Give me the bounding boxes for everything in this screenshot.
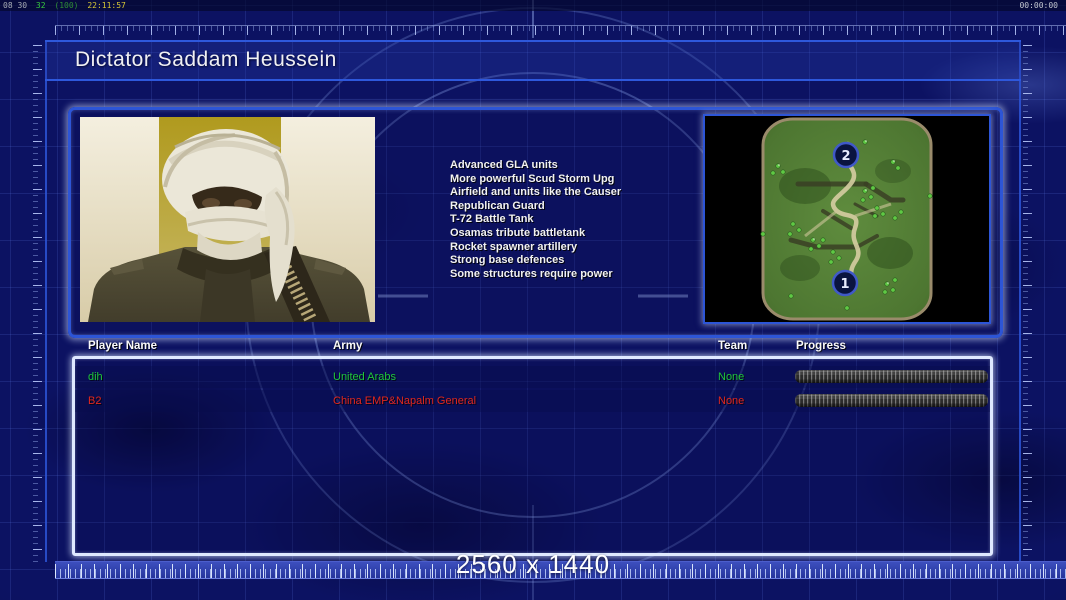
right-ruler-ticks xyxy=(1023,45,1032,562)
debug-segment: 08 30 xyxy=(3,1,27,10)
player-name: dih xyxy=(88,366,103,388)
briefing-panel: Advanced GLA units More powerful Scud St… xyxy=(68,107,1003,338)
page-title: Dictator Saddam Heussein xyxy=(75,48,337,72)
feature-item: Osamas tribute battletank xyxy=(450,227,621,241)
player-army: China EMP&Napalm General xyxy=(333,390,476,412)
debug-segment: 32 xyxy=(36,1,46,10)
left-ruler-ticks xyxy=(33,45,42,562)
player-row: B2 China EMP&Napalm General None xyxy=(75,390,990,412)
player-army: United Arabs xyxy=(333,366,396,388)
map-preview-panel: 2 1 xyxy=(703,114,991,324)
player-team: None xyxy=(718,390,744,412)
column-header-army: Army xyxy=(333,340,362,352)
progress-bar xyxy=(795,370,988,383)
start-position-1-label: 1 xyxy=(840,277,849,292)
frame-left-line xyxy=(45,40,47,562)
feature-item: More powerful Scud Storm Upg xyxy=(450,173,621,187)
loading-screen: Dictator Saddam Heussein xyxy=(0,0,1066,600)
general-portrait xyxy=(80,117,375,322)
column-header-progress: Progress xyxy=(796,340,846,352)
frame-right-line xyxy=(1019,40,1021,562)
column-header-team: Team xyxy=(718,340,747,352)
start-position-2-label: 2 xyxy=(841,149,850,164)
feature-item: Rocket spawner artillery xyxy=(450,241,621,255)
player-team: None xyxy=(718,366,744,388)
player-list-panel: dih United Arabs None B2 China EMP&Napal… xyxy=(72,356,993,556)
feature-item: T-72 Battle Tank xyxy=(450,213,621,227)
top-ruler-ticks xyxy=(55,25,1066,35)
debug-segment: (100) xyxy=(54,1,78,10)
feature-item: Strong base defences xyxy=(450,254,621,268)
debug-segment: 22:11:57 xyxy=(87,1,126,10)
feature-item: Airfield and units like the Causer xyxy=(450,186,621,200)
debug-readout: 08 30 32 (100) 22:11:57 xyxy=(3,0,130,11)
progress-bar xyxy=(795,394,988,407)
resolution-label: 2560 x 1440 xyxy=(0,549,1066,580)
feature-item: Republican Guard xyxy=(450,200,621,214)
status-bar: 08 30 32 (100) 22:11:57 00:00:00 xyxy=(0,0,1066,11)
feature-item: Advanced GLA units xyxy=(450,159,621,173)
player-name: B2 xyxy=(88,390,101,412)
start-position-marker: 1 xyxy=(833,271,857,295)
column-header-player-name: Player Name xyxy=(88,340,157,352)
portrait-image xyxy=(80,117,375,322)
player-row: dih United Arabs None xyxy=(75,366,990,388)
elapsed-timer: 00:00:00 xyxy=(1019,0,1058,11)
feature-list: Advanced GLA units More powerful Scud St… xyxy=(450,159,621,281)
start-position-marker: 2 xyxy=(834,143,858,167)
feature-item: Some structures require power xyxy=(450,268,621,282)
map-preview: 2 1 xyxy=(705,116,989,322)
